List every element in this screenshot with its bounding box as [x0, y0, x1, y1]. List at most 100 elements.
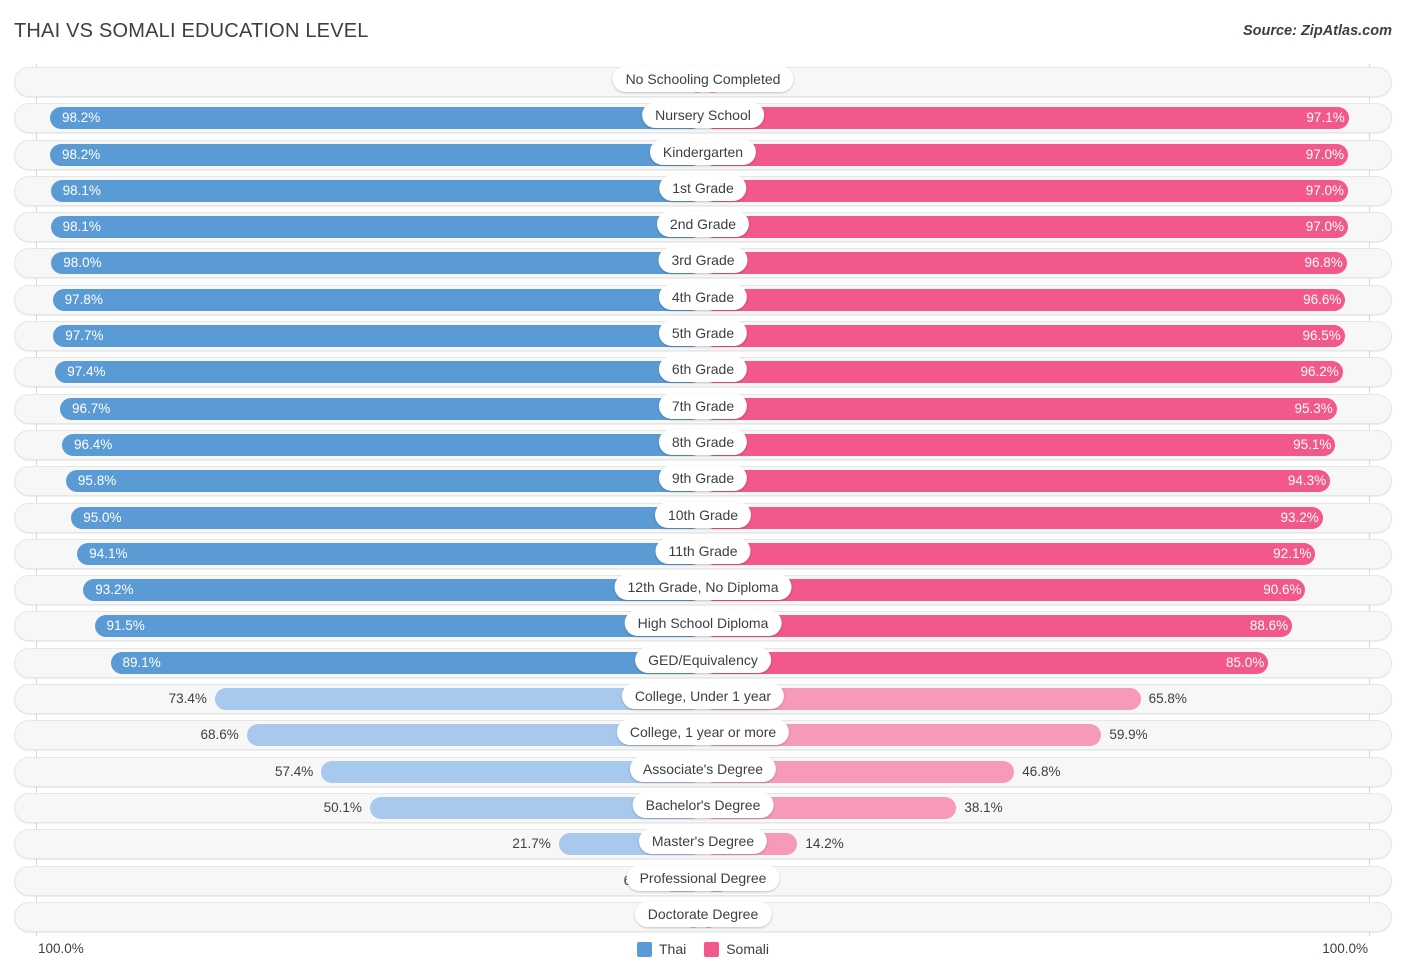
bar-thai[interactable] — [61, 433, 703, 456]
axis-label-left-max: 100.0% — [38, 941, 84, 956]
legend-item[interactable]: Thai — [636, 941, 687, 957]
bar-thai[interactable] — [49, 143, 703, 166]
bar-value-thai: 97.8% — [64, 291, 103, 307]
bar-somali[interactable] — [703, 542, 1316, 565]
bar-thai[interactable] — [49, 107, 703, 130]
legend-label: Thai — [658, 941, 687, 957]
bar-value-thai: 96.4% — [73, 436, 113, 452]
bar-row: 95.0% 93.2% 10th Grade — [14, 500, 1392, 536]
page-title: THAI VS SOMALI EDUCATION LEVEL — [14, 20, 369, 42]
bar-somali[interactable] — [703, 397, 1337, 420]
bar-row: 97.8% 96.6% 4th Grade — [14, 282, 1392, 318]
category-label: No Schooling Completed — [612, 66, 794, 92]
bar-somali[interactable] — [703, 216, 1349, 239]
bar-row: 98.1% 97.0% 2nd Grade — [14, 209, 1392, 245]
bar-somali[interactable] — [703, 579, 1306, 602]
bar-thai[interactable] — [71, 506, 703, 529]
bar-value-thai: 96.7% — [71, 400, 111, 416]
category-label: 5th Grade — [658, 320, 748, 347]
bar-row: 97.7% 96.5% 5th Grade — [14, 318, 1392, 354]
category-label: 11th Grade — [655, 537, 751, 564]
bar-thai[interactable] — [50, 216, 703, 239]
bar-thai[interactable] — [94, 615, 703, 638]
bar-value-thai: 95.8% — [77, 473, 117, 489]
bar-value-somali: 14.2% — [805, 836, 844, 852]
bar-thai[interactable] — [83, 579, 703, 602]
category-label: 2nd Grade — [656, 211, 750, 238]
category-label: Associate's Degree — [629, 755, 777, 782]
bar-thai[interactable] — [53, 325, 703, 348]
category-label: 6th Grade — [658, 356, 748, 383]
bar-row: 95.8% 94.3% 9th Grade — [14, 463, 1392, 499]
category-label: 1st Grade — [659, 174, 747, 201]
bar-value-somali: 65.8% — [1148, 691, 1187, 707]
bar-somali[interactable] — [703, 107, 1349, 130]
bar-somali[interactable] — [703, 288, 1346, 311]
category-label: Nursery School — [642, 102, 764, 129]
bar-value-somali: 96.8% — [1304, 255, 1343, 271]
bar-somali[interactable] — [703, 143, 1349, 166]
bar-thai[interactable] — [110, 651, 703, 674]
bar-value-thai: 95.0% — [83, 509, 122, 525]
category-label: College, Under 1 year — [621, 683, 785, 710]
bar-thai[interactable] — [52, 288, 703, 311]
bar-somali[interactable] — [703, 179, 1349, 202]
bar-somali[interactable] — [703, 470, 1331, 493]
source-attribution: Source: ZipAtlas.com — [1242, 23, 1392, 39]
bar-thai[interactable] — [59, 397, 703, 420]
bar-value-somali: 85.0% — [1225, 654, 1265, 670]
category-label: 3rd Grade — [658, 247, 748, 274]
bar-row: 98.2% 97.1% Nursery School — [14, 100, 1392, 136]
bar-value-thai: 73.4% — [168, 691, 207, 707]
bar-value-somali: 92.1% — [1273, 545, 1312, 561]
bar-value-somali: 46.8% — [1022, 763, 1061, 779]
bar-value-thai: 98.2% — [61, 110, 101, 126]
bar-thai[interactable] — [77, 542, 703, 565]
bar-value-somali: 38.1% — [964, 799, 1003, 815]
bar-value-somali: 97.0% — [1305, 146, 1345, 162]
bar-value-thai: 98.0% — [63, 255, 102, 271]
bar-thai[interactable] — [55, 361, 703, 384]
bar-value-thai: 98.2% — [61, 146, 101, 162]
bar-value-somali: 94.3% — [1287, 473, 1327, 489]
chart-page: THAI VS SOMALI EDUCATION LEVEL Source: Z… — [0, 0, 1406, 975]
bar-value-thai: 91.5% — [106, 618, 145, 634]
bar-value-thai: 98.1% — [62, 182, 101, 198]
bar-value-thai: 57.4% — [275, 763, 314, 779]
bar-somali[interactable] — [703, 361, 1343, 384]
bar-row: 2.8%1.7%Doctorate Degree — [14, 899, 1392, 935]
bar-value-somali: 96.6% — [1303, 291, 1342, 307]
bar-value-somali: 59.9% — [1109, 727, 1148, 743]
legend-swatch-icon — [704, 941, 720, 957]
bar-value-somali: 96.2% — [1300, 364, 1339, 380]
bar-row: 89.1% 85.0% GED/Equivalency — [14, 645, 1392, 681]
bar-thai[interactable] — [51, 252, 703, 275]
bar-value-thai: 89.1% — [122, 654, 161, 670]
legend-item[interactable]: Somali — [704, 941, 769, 957]
bar-row: 98.2% 97.0% Kindergarten — [14, 137, 1392, 173]
legend-label: Somali — [726, 941, 770, 957]
bar-somali[interactable] — [703, 325, 1345, 348]
bar-thai[interactable] — [50, 179, 703, 202]
bar-row: 73.4% 65.8% College, Under 1 year — [14, 681, 1392, 717]
bar-somali[interactable] — [703, 433, 1336, 456]
bar-somali[interactable] — [703, 615, 1293, 638]
bar-value-somali: 96.5% — [1302, 328, 1341, 344]
bar-value-somali: 97.1% — [1306, 110, 1345, 126]
category-label: 4th Grade — [658, 283, 748, 310]
bar-value-thai: 93.2% — [95, 582, 134, 598]
bar-somali[interactable] — [703, 651, 1269, 674]
bar-row: 50.1% 38.1% Bachelor's Degree — [14, 790, 1392, 826]
category-label: Kindergarten — [649, 138, 757, 165]
bar-somali[interactable] — [703, 506, 1323, 529]
bar-somali[interactable] — [703, 252, 1347, 275]
category-label: Master's Degree — [638, 828, 768, 855]
chart-header: THAI VS SOMALI EDUCATION LEVEL Source: Z… — [0, 0, 1406, 62]
bar-row: 96.4% 95.1% 8th Grade — [14, 427, 1392, 463]
category-label: GED/Equivalency — [635, 646, 771, 673]
category-label: 10th Grade — [654, 501, 752, 528]
category-label: College, 1 year or more — [616, 719, 790, 746]
bar-value-somali: 93.2% — [1280, 509, 1319, 525]
chart-footer: 100.0% Thai Somali 100.0% — [14, 941, 1392, 963]
bar-thai[interactable] — [65, 470, 703, 493]
